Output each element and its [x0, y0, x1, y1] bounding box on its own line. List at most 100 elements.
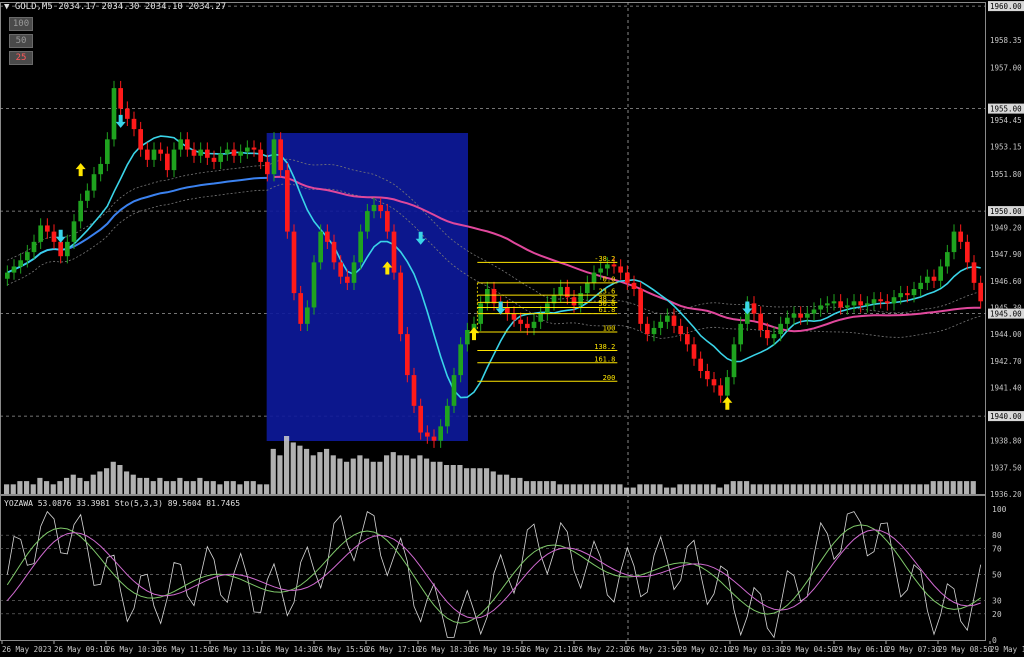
buy-arrow-icon[interactable]	[469, 327, 479, 341]
volume-bar	[417, 455, 423, 494]
candle-body	[725, 377, 730, 396]
candle-body	[171, 149, 177, 171]
volume-bar	[677, 484, 683, 494]
candle-body	[65, 241, 70, 257]
candle-body	[971, 262, 977, 283]
candle-body	[145, 149, 150, 160]
time-axis-label: 26 May 18:30	[418, 645, 473, 654]
volume-bar	[204, 481, 210, 494]
candle-body	[951, 231, 957, 253]
candle-body	[111, 88, 117, 140]
price-axis-label: 1951.80	[990, 170, 1022, 179]
oscillator-axis-label: 70	[992, 544, 1002, 553]
volume-bar	[937, 481, 943, 494]
volume-bar	[684, 484, 690, 494]
time-axis-label: 26 May 2023	[2, 645, 52, 654]
time-axis-label: 26 May 09:10	[54, 645, 109, 654]
candle-body	[298, 293, 303, 324]
time-axis-label: 26 May 14:30	[262, 645, 317, 654]
volume-bar	[970, 481, 976, 494]
volume-bar	[377, 461, 383, 494]
fib-level-label: 200	[603, 374, 616, 382]
candle-body	[5, 272, 10, 279]
volume-bar	[910, 484, 916, 494]
volume-bar	[557, 484, 563, 494]
candle-body	[445, 405, 450, 427]
price-axis-label: 1955.00	[990, 105, 1022, 114]
time-axis-label: 29 May 03:30	[730, 645, 785, 654]
dropdown-triangle-icon[interactable]: ▼	[4, 2, 9, 12]
candle-body	[191, 149, 197, 156]
volume-bar	[757, 484, 763, 494]
candle-body	[705, 371, 710, 380]
volume-bar	[264, 484, 270, 494]
candle-body	[245, 147, 250, 152]
candle-body	[638, 289, 643, 324]
volume-bar	[184, 481, 190, 494]
time-axis-label: 26 May 23:50	[626, 645, 681, 654]
volume-bar	[117, 465, 123, 494]
timeframe-button-25[interactable]: 25	[9, 51, 33, 65]
candle-body	[265, 161, 270, 175]
candle-body	[671, 315, 677, 326]
candle-body	[358, 231, 363, 263]
symbol-header: ▼ GOLD,M5 2034.17 2034.30 2034.10 2034.2…	[4, 2, 226, 12]
volume-bar	[237, 484, 243, 494]
volume-bar	[530, 481, 536, 494]
time-axis-label: 26 May 13:10	[210, 645, 265, 654]
volume-bar	[650, 484, 656, 494]
volume-bar	[884, 484, 890, 494]
fib-level-label: -38.2	[594, 255, 615, 263]
timeframe-button-50[interactable]: 50	[9, 34, 33, 48]
candle-body	[398, 272, 403, 335]
price-axis-label: 1960.00	[990, 2, 1022, 11]
oscillator-axis-label: 50	[992, 571, 1002, 580]
sell-arrow-icon[interactable]	[742, 301, 753, 315]
indicator-label: YOZAWA 53.0876 33.3981 Sto(5,3,3) 89.560…	[4, 499, 241, 508]
candle-body	[365, 211, 370, 232]
volume-bar	[504, 474, 510, 494]
volume-bar	[904, 484, 910, 494]
price-axis-label: 1942.70	[990, 357, 1022, 366]
price-axis-label: 1946.60	[990, 277, 1022, 286]
price-axis-label: 1954.45	[990, 116, 1022, 125]
buy-arrow-icon[interactable]	[722, 396, 733, 410]
candle-body	[238, 151, 243, 156]
buy-arrow-icon[interactable]	[75, 163, 86, 177]
candle-body	[931, 276, 937, 281]
volume-bar	[330, 455, 336, 494]
price-axis-label: 1940.00	[990, 412, 1022, 421]
volume-bar	[510, 477, 516, 494]
price-chart[interactable]: -38.20.023.638.250.061.8100138.2161.8200…	[0, 0, 1024, 657]
volume-bar	[64, 477, 70, 494]
volume-bar	[944, 481, 950, 494]
volume-bar	[430, 461, 436, 494]
candle-body	[891, 297, 897, 304]
volume-bar	[97, 471, 103, 494]
candle-body	[251, 147, 257, 150]
candle-body	[291, 231, 297, 294]
timeframe-button-100[interactable]: 100	[9, 17, 33, 31]
volume-bar	[524, 481, 530, 494]
candle-body	[431, 436, 437, 441]
candle-body	[85, 190, 90, 201]
time-axis-label: 26 May 11:50	[158, 645, 213, 654]
candle-body	[925, 276, 930, 283]
price-axis-label: 1950.00	[990, 207, 1022, 216]
sell-arrow-icon[interactable]	[55, 229, 66, 243]
volume-bar	[317, 452, 323, 494]
volume-bar	[324, 448, 330, 494]
volume-bar	[584, 484, 590, 494]
sell-arrow-icon[interactable]	[115, 114, 126, 128]
volume-bar	[384, 455, 390, 494]
fib-level-label: 61.8	[598, 306, 615, 314]
candle-body	[978, 282, 983, 302]
volume-bar	[370, 461, 376, 494]
volume-bar	[597, 484, 603, 494]
candle-body	[311, 262, 317, 308]
volume-bar	[137, 477, 143, 494]
volume-bar	[84, 481, 90, 494]
candle-body	[658, 321, 663, 328]
volume-bar	[737, 481, 743, 494]
oscillator-pane-frame	[0, 495, 986, 641]
